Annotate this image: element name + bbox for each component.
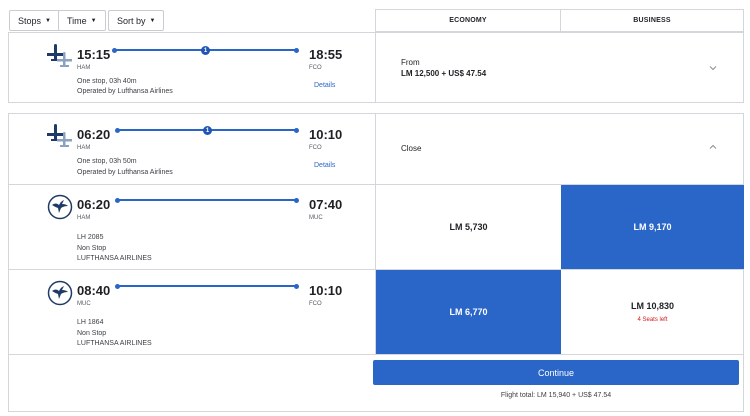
flight-total: Flight total: LM 15,940 + US$ 47.54	[500, 392, 612, 399]
divider	[375, 32, 376, 103]
stops-filter-button[interactable]: Stops ▼	[9, 10, 60, 31]
continue-label: Continue	[537, 367, 575, 378]
route-end-dot	[294, 128, 299, 133]
segment-2-economy-fare[interactable]: LM 6,770	[376, 270, 561, 354]
arrive-airport-code: FCO	[309, 65, 322, 71]
arrive-airport-code: FCO	[309, 145, 322, 151]
time-filter-button[interactable]: Time ▼	[58, 10, 106, 31]
stop-count-badge: 1	[201, 46, 210, 55]
segment-2-business-fare[interactable]: LM 10,830 4 Seats left	[561, 270, 744, 354]
airline-name: LUFTHANSA AIRLINES	[77, 340, 152, 347]
depart-time: 15:15	[77, 47, 111, 62]
arrive-time: 18:55	[309, 47, 343, 62]
planes-icon	[47, 44, 72, 67]
depart-time: 06:20	[77, 127, 111, 142]
planes-icon	[47, 124, 72, 147]
airline-name: LUFTHANSA AIRLINES	[77, 255, 152, 262]
fare-price: LM 10,830	[630, 301, 675, 311]
segment-arrive-code: MUC	[309, 215, 323, 221]
depart-airport-code: HAM	[77, 65, 91, 71]
sort-by-label: Sort by	[117, 15, 146, 26]
chevron-down-icon[interactable]	[709, 64, 717, 72]
segment-depart-time: 08:40	[77, 283, 111, 298]
flight-number: LH 2085	[77, 234, 104, 241]
flight-number: LH 1864	[77, 319, 104, 326]
segment-1-business-fare[interactable]: LM 9,170	[561, 185, 744, 269]
stop-count-badge: 1	[203, 126, 212, 135]
flight-operator: Operated by Lufthansa Airlines	[77, 88, 173, 95]
caret-down-icon: ▼	[90, 17, 97, 24]
route-end-dot	[294, 48, 299, 53]
fare-price: LM 9,170	[633, 222, 672, 232]
close-button[interactable]: Close	[401, 143, 421, 154]
fare-price: LM 6,770	[449, 307, 488, 317]
route-line	[117, 285, 296, 287]
lufthansa-crane-icon	[47, 194, 73, 220]
segment-arrive-time: 07:40	[309, 197, 343, 212]
route-end-dot	[294, 198, 299, 203]
segment-depart-code: MUC	[77, 301, 91, 307]
details-link[interactable]: Details	[314, 82, 335, 89]
business-header-label: BUSINESS	[633, 17, 671, 24]
sort-by-button[interactable]: Sort by ▼	[108, 10, 165, 31]
fare-price: LM 5,730	[449, 222, 488, 232]
seats-left-badge: 4 Seats left	[637, 317, 668, 323]
segment-arrive-time: 10:10	[309, 283, 343, 298]
route-line	[117, 199, 296, 201]
segment-depart-time: 06:20	[77, 197, 111, 212]
chevron-up-icon[interactable]	[709, 143, 717, 151]
segment-1-economy-fare[interactable]: LM 5,730	[376, 185, 561, 269]
route-end-dot	[294, 284, 299, 289]
divider	[8, 354, 744, 355]
economy-header-label: ECONOMY	[449, 17, 487, 24]
continue-button[interactable]: Continue	[373, 360, 739, 385]
arrive-time: 10:10	[309, 127, 343, 142]
from-label: From	[401, 58, 420, 67]
from-price: LM 12,500 + US$ 47.54	[401, 69, 487, 78]
stops-filter-label: Stops	[18, 15, 42, 26]
segment-arrive-code: FCO	[309, 301, 322, 307]
segment-depart-code: HAM	[77, 215, 91, 221]
flight-operator: Operated by Lufthansa Airlines	[77, 169, 173, 176]
caret-down-icon: ▼	[149, 17, 156, 24]
time-filter-label: Time	[67, 15, 87, 26]
flight-summary: One stop, 03h 50m	[77, 158, 137, 165]
economy-column-header: ECONOMY	[375, 9, 561, 32]
depart-airport-code: HAM	[77, 145, 91, 151]
caret-down-icon: ▼	[45, 17, 51, 24]
lufthansa-crane-icon	[47, 280, 73, 306]
business-column-header: BUSINESS	[560, 9, 744, 32]
details-link[interactable]: Details	[314, 162, 335, 169]
